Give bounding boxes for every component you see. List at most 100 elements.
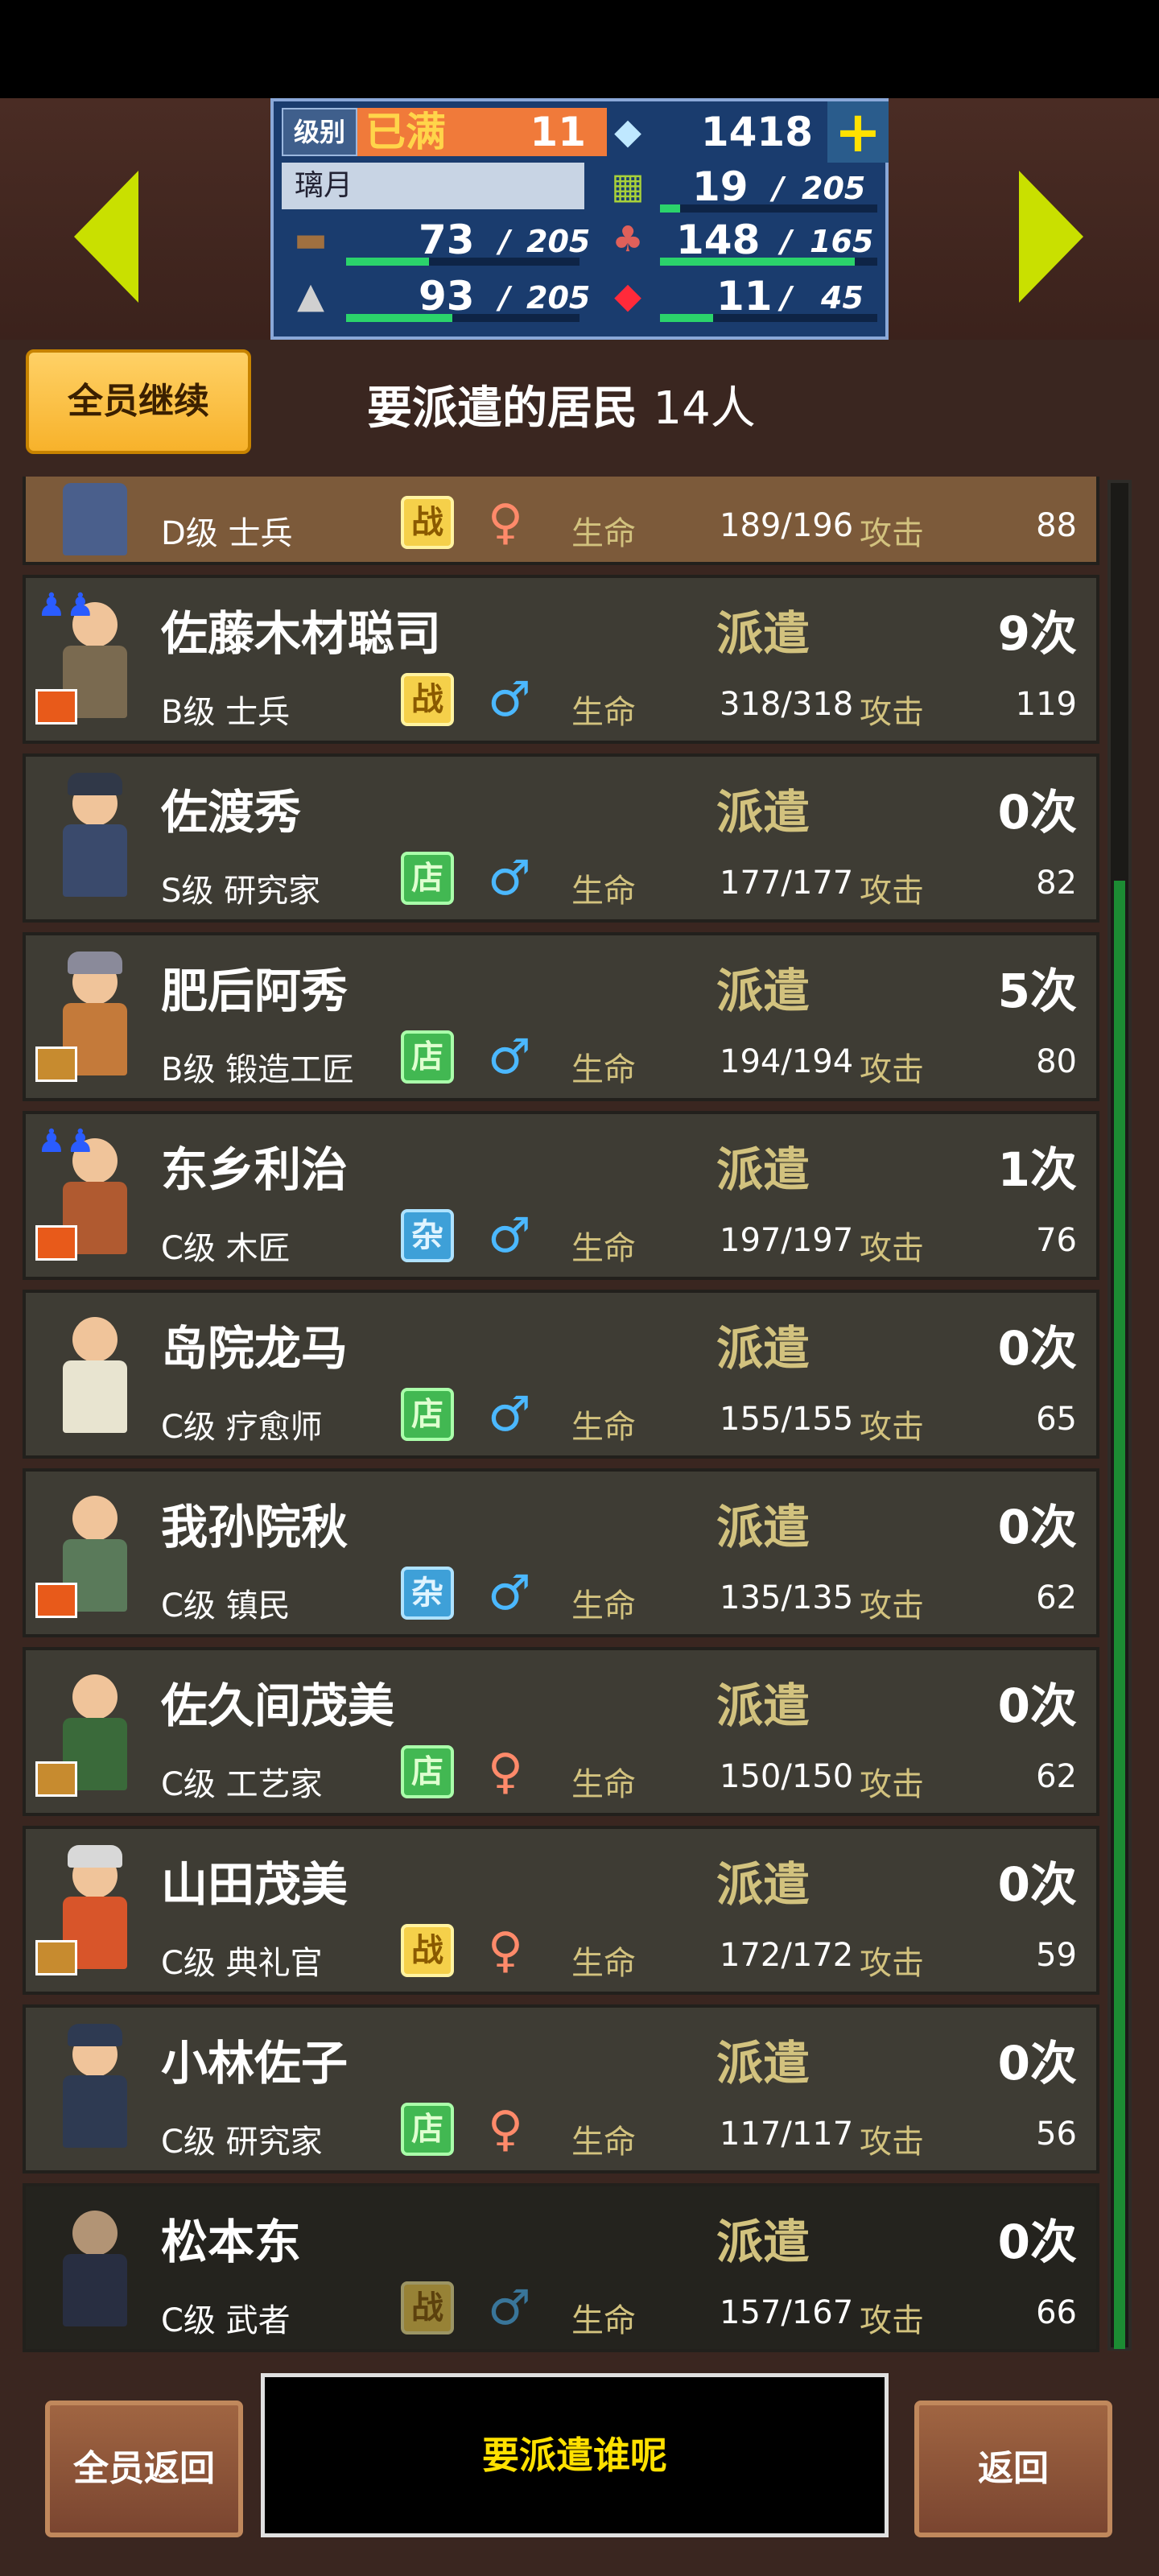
resident-row[interactable]: 佐渡秀 派遣 0次 S级 研究家 店 ♂ 生命 177/177 攻击 82 (23, 753, 1099, 923)
attack-label: 攻击 (860, 1766, 924, 1803)
stone-separator: / (499, 280, 510, 316)
hp-value: 197/197 (720, 1222, 854, 1259)
avatar-hat (68, 1845, 122, 1868)
attack-value: 65 (1036, 1401, 1077, 1438)
hp-value: 135/135 (720, 1579, 854, 1616)
level-value: 11 (454, 108, 607, 156)
attack-label: 攻击 (860, 1945, 924, 1982)
dispatch-count: 0次 (997, 2036, 1077, 2091)
resident-row[interactable]: 我孙院秋 派遣 0次 C级 镇民 杂 ♂ 生命 135/135 攻击 62 (23, 1468, 1099, 1637)
ruby-icon: ◆ (614, 275, 641, 316)
resident-name: 东乡利治 (161, 1142, 349, 1197)
life-label: 生命 (571, 1766, 636, 1803)
role-tag: 战 (401, 673, 454, 726)
resident-row[interactable]: 山田茂美 派遣 0次 C级 典礼官 战 ♀ 生命 172/172 攻击 59 (23, 1826, 1099, 1995)
dispatch-label: 派遣 (716, 2215, 810, 2269)
life-label: 生命 (571, 2124, 636, 2161)
continue-all-button[interactable]: 全员继续 (26, 349, 251, 454)
avatar-body (63, 2075, 127, 2148)
status-bar (0, 0, 1159, 98)
level-label: 级别 (282, 108, 357, 156)
home-icon (35, 1225, 77, 1261)
resident-avatar (40, 2202, 145, 2339)
hp-value: 189/196 (720, 507, 854, 544)
wood-value: 73 (419, 217, 475, 263)
diamond-icon: ◆ (614, 111, 641, 152)
avatar-body (63, 2254, 127, 2326)
attack-value: 119 (1015, 686, 1077, 723)
dispatch-count: 9次 (997, 606, 1077, 661)
attack-label: 攻击 (860, 873, 924, 910)
attack-value: 62 (1036, 1579, 1077, 1616)
return-all-button[interactable]: 全员返回 (45, 2401, 243, 2537)
attack-label: 攻击 (860, 1051, 924, 1088)
food-row: 19 / 205 (660, 163, 882, 216)
resident-name: 佐渡秀 (161, 785, 302, 840)
meat-row: 148 / 165 (660, 216, 882, 269)
male-icon: ♂ (488, 2280, 531, 2336)
role-tag: 战 (401, 1924, 454, 1977)
stone-bar (346, 314, 452, 322)
food-bar (660, 204, 681, 213)
food-max: 205 (802, 171, 866, 206)
stone-value: 93 (419, 273, 475, 320)
home-icon (35, 1583, 77, 1618)
dispatch-count: 0次 (997, 1857, 1077, 1912)
ruby-separator: / (781, 280, 792, 316)
meat-value: 148 (676, 217, 761, 263)
attack-label: 攻击 (860, 2124, 924, 2161)
male-icon: ♂ (488, 1208, 531, 1264)
attack-label: 攻击 (860, 1230, 924, 1267)
workshop-icon (35, 1940, 77, 1975)
resident-avatar (35, 1666, 145, 1803)
rank-job: C级 典礼官 (161, 1945, 323, 1982)
life-label: 生命 (571, 1945, 636, 1982)
dispatch-label: 派遣 (716, 964, 810, 1018)
scrollbar[interactable] (1107, 480, 1132, 2351)
resident-row[interactable]: D级 士兵 战 ♀ 生命 189/196 攻击 88 (23, 477, 1099, 565)
resident-list[interactable]: D级 士兵 战 ♀ 生命 189/196 攻击 88 ♟♟ 佐藤木材聪司 派遣 … (16, 477, 1099, 2352)
resident-row[interactable]: 松本东 派遣 0次 C级 武者 战 ♂ 生命 157/167 攻击 66 (23, 2183, 1099, 2352)
avatar-body (63, 1360, 127, 1433)
dispatch-label: 派遣 (716, 606, 810, 661)
male-icon: ♂ (488, 1386, 531, 1443)
resident-row[interactable]: 佐久间茂美 派遣 0次 C级 工艺家 店 ♀ 生命 150/150 攻击 62 (23, 1647, 1099, 1816)
wood-max: 205 (526, 224, 591, 259)
avatar-body (63, 483, 127, 555)
role-tag: 杂 (401, 1567, 454, 1620)
life-label: 生命 (571, 1409, 636, 1446)
next-arrow-icon[interactable] (1019, 171, 1083, 303)
rank-job: B级 士兵 (161, 694, 291, 731)
dispatch-label: 派遣 (716, 1321, 810, 1376)
wood-icon: ▬ (294, 219, 328, 260)
resident-name: 岛院龙马 (161, 1321, 349, 1376)
list-title-text: 要派遣的居民 (367, 382, 637, 435)
role-tag: 店 (401, 1030, 454, 1084)
dispatch-label: 派遣 (716, 1500, 810, 1554)
avatar-hat (68, 773, 122, 795)
player-name: 璃月 (282, 163, 584, 209)
rank-job: C级 镇民 (161, 1587, 291, 1624)
role-tag: 店 (401, 1388, 454, 1441)
meat-max: 165 (810, 224, 874, 259)
rank-job: C级 木匠 (161, 1230, 291, 1267)
attack-value: 56 (1036, 2116, 1077, 2153)
wood-separator: / (499, 224, 510, 259)
resident-row[interactable]: 肥后阿秀 派遣 5次 B级 锻造工匠 店 ♂ 生命 194/194 攻击 80 (23, 932, 1099, 1101)
back-button[interactable]: 返回 (914, 2401, 1112, 2537)
resident-row[interactable]: 岛院龙马 派遣 0次 C级 疗愈师 店 ♂ 生命 155/155 攻击 65 (23, 1290, 1099, 1459)
resident-avatar: ♟♟ (35, 1124, 145, 1267)
resident-avatar (40, 1309, 145, 1446)
resident-row[interactable]: 小林佐子 派遣 0次 C级 研究家 店 ♀ 生命 117/117 攻击 56 (23, 2004, 1099, 2174)
rank-job: C级 疗愈师 (161, 1409, 323, 1446)
prev-arrow-icon[interactable] (74, 171, 138, 303)
resident-avatar (40, 2024, 145, 2161)
add-diamond-button[interactable]: + (827, 101, 889, 163)
group-icon: ♟♟ (37, 1123, 95, 1160)
resident-row[interactable]: ♟♟ 东乡利治 派遣 1次 C级 木匠 杂 ♂ 生命 197/197 攻击 76 (23, 1111, 1099, 1280)
hp-value: 177/177 (720, 865, 854, 902)
scrollbar-thumb[interactable] (1114, 881, 1125, 2349)
hp-value: 194/194 (720, 1043, 854, 1080)
dispatch-count: 0次 (997, 1500, 1077, 1554)
resident-row[interactable]: ♟♟ 佐藤木材聪司 派遣 9次 B级 士兵 战 ♂ 生命 318/318 攻击 … (23, 575, 1099, 744)
